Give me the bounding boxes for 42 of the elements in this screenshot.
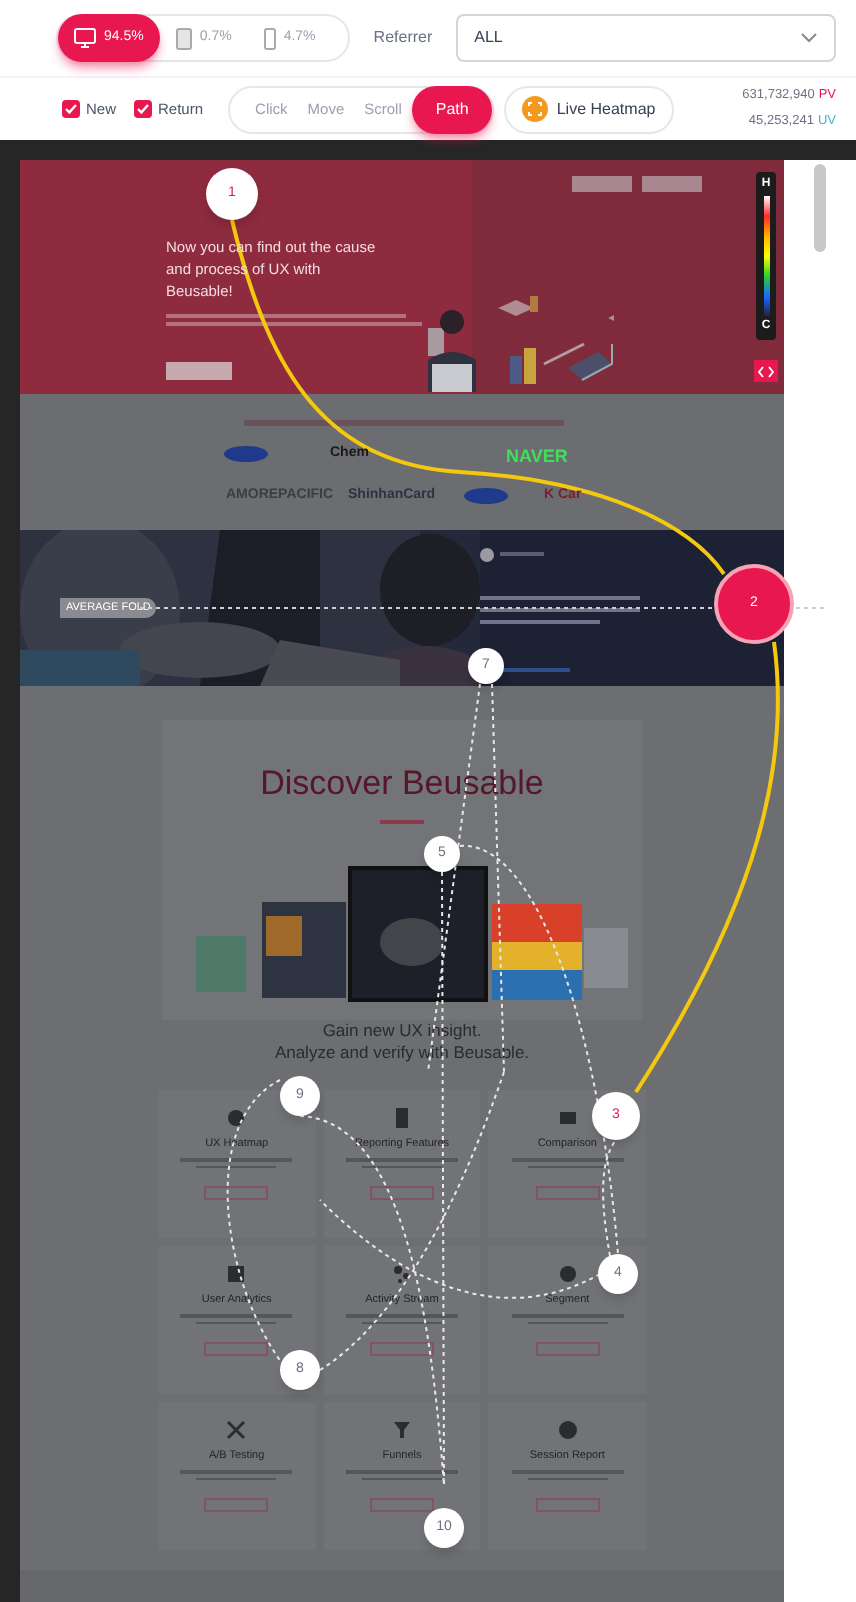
feature-icon: [391, 1420, 412, 1440]
chevron-down-icon: [800, 32, 818, 44]
toggle-button[interactable]: [754, 360, 778, 382]
learn-more-button[interactable]: [204, 1498, 269, 1513]
feature-icon: [557, 1108, 578, 1128]
feature-icon: [557, 1420, 578, 1440]
nav-button[interactable]: [572, 176, 632, 192]
target-icon: [522, 96, 549, 122]
section-title: Discover Beusable: [260, 764, 544, 804]
learn-more-button[interactable]: [204, 1186, 269, 1201]
feature-icon: [391, 1108, 412, 1128]
feature-icon: [226, 1108, 247, 1128]
phone-icon: [263, 27, 276, 49]
feature-icon: [391, 1264, 412, 1284]
tagline-text: Analyze and verify with Beusable.: [274, 1042, 530, 1064]
monitor-icon: [74, 28, 96, 48]
learn-more-button[interactable]: [204, 1342, 269, 1357]
logo-ellipse-icon: [464, 488, 508, 504]
learn-more-button[interactable]: [535, 1498, 600, 1513]
company-logo: NAVER: [506, 444, 568, 470]
learn-more-button[interactable]: [369, 1186, 434, 1201]
tablet-icon: [175, 27, 192, 49]
learn-more-button[interactable]: [369, 1342, 434, 1357]
referrer-select[interactable]: ALL: [456, 14, 836, 62]
feature-icon: [557, 1264, 578, 1284]
code-icon: [758, 365, 774, 377]
learn-more-button[interactable]: [535, 1186, 600, 1201]
hero-button[interactable]: [166, 362, 232, 380]
tagline-text: Gain new UX insight.: [322, 1020, 482, 1042]
referrer-label: Referrer: [373, 26, 433, 50]
checkbox[interactable]: [62, 100, 80, 118]
heat-gradient: [763, 196, 769, 316]
scrollbar-thumb[interactable]: [814, 164, 826, 252]
learn-more-button[interactable]: [369, 1498, 434, 1513]
learn-more-button[interactable]: [535, 1342, 600, 1357]
checkbox[interactable]: [134, 100, 153, 118]
live-heatmap-button[interactable]: Live Heatmap: [504, 85, 674, 133]
feature-icon: [226, 1420, 247, 1440]
logo-ellipse-icon: [224, 446, 268, 462]
mode-tab[interactable]: Path: [411, 85, 493, 133]
nav-button[interactable]: [642, 176, 702, 192]
feature-icon: [226, 1264, 247, 1284]
